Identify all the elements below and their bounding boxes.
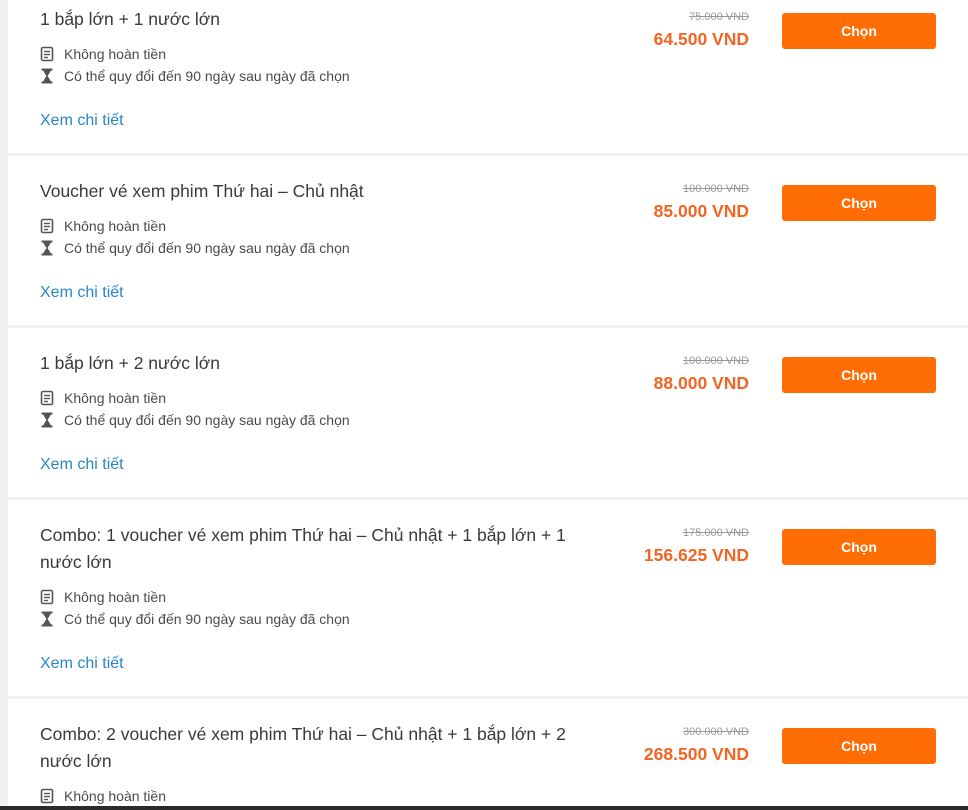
receipt-icon <box>40 46 54 62</box>
refund-policy: Không hoàn tiền <box>40 389 166 407</box>
refund-text: Không hoàn tiền <box>64 589 166 605</box>
validity-info: Có thể quy đổi đến 90 ngày sau ngày đã c… <box>40 610 350 628</box>
view-details-link[interactable]: Xem chi tiết <box>40 456 124 474</box>
receipt-icon <box>40 589 54 605</box>
voucher-card: 1 bắp lớn + 1 nước lớn Không hoàn tiền C… <box>8 0 968 153</box>
receipt-icon <box>40 218 54 234</box>
original-price: 75.000 VND <box>689 11 749 23</box>
refund-text: Không hoàn tiền <box>64 390 166 406</box>
hourglass-icon <box>41 611 53 627</box>
voucher-card: Combo: 2 voucher vé xem phim Thứ hai – C… <box>8 699 968 810</box>
view-details-link[interactable]: Xem chi tiết <box>40 284 124 302</box>
validity-info: Có thể quy đổi đến 90 ngày sau ngày đã c… <box>40 411 350 429</box>
validity-text: Có thể quy đổi đến 90 ngày sau ngày đã c… <box>64 240 350 256</box>
voucher-title: Voucher vé xem phim Thứ hai – Chủ nhật <box>40 181 364 201</box>
select-button[interactable]: Chọn <box>782 13 936 49</box>
original-price: 100.000 VND <box>682 183 749 195</box>
voucher-card: Combo: 1 voucher vé xem phim Thứ hai – C… <box>8 500 968 696</box>
refund-text: Không hoàn tiền <box>64 46 166 62</box>
validity-text: Có thể quy đổi đến 90 ngày sau ngày đã c… <box>64 68 350 84</box>
discounted-price: 268.500 VND <box>643 744 749 764</box>
select-button[interactable]: Chọn <box>782 185 936 221</box>
validity-info: Có thể quy đổi đến 90 ngày sau ngày đã c… <box>40 67 350 85</box>
refund-policy: Không hoàn tiền <box>40 787 166 805</box>
select-button[interactable]: Chọn <box>782 357 936 393</box>
refund-text: Không hoàn tiền <box>64 788 166 804</box>
voucher-card: Voucher vé xem phim Thứ hai – Chủ nhật K… <box>8 156 968 325</box>
discounted-price: 64.500 VND <box>653 29 749 49</box>
view-details-link[interactable]: Xem chi tiết <box>40 112 124 130</box>
original-price: 300.000 VND <box>682 726 749 738</box>
discounted-price: 88.000 VND <box>653 373 749 393</box>
validity-text: Có thể quy đổi đến 90 ngày sau ngày đã c… <box>64 412 350 428</box>
select-button[interactable]: Chọn <box>782 728 936 764</box>
hourglass-icon <box>41 412 53 428</box>
validity-text: Có thể quy đổi đến 90 ngày sau ngày đã c… <box>64 611 350 627</box>
view-details-link[interactable]: Xem chi tiết <box>40 655 124 673</box>
discounted-price: 156.625 VND <box>643 545 749 565</box>
refund-policy: Không hoàn tiền <box>40 45 166 63</box>
voucher-card: 1 bắp lớn + 2 nước lớn Không hoàn tiền C… <box>8 328 968 497</box>
hourglass-icon <box>41 68 53 84</box>
refund-text: Không hoàn tiền <box>64 218 166 234</box>
receipt-icon <box>40 788 54 804</box>
voucher-title: 1 bắp lớn + 1 nước lớn <box>40 9 220 29</box>
voucher-list: 1 bắp lớn + 1 nước lớn Không hoàn tiền C… <box>0 0 968 810</box>
receipt-icon <box>40 390 54 406</box>
refund-policy: Không hoàn tiền <box>40 588 166 606</box>
voucher-title: Combo: 2 voucher vé xem phim Thứ hai – C… <box>40 724 566 771</box>
validity-info: Có thể quy đổi đến 90 ngày sau ngày đã c… <box>40 239 350 257</box>
refund-policy: Không hoàn tiền <box>40 217 166 235</box>
original-price: 175.000 VND <box>682 527 749 539</box>
voucher-title: Combo: 1 voucher vé xem phim Thứ hai – C… <box>40 525 566 572</box>
horizontal-scrollbar[interactable] <box>0 806 968 810</box>
voucher-title: 1 bắp lớn + 2 nước lớn <box>40 353 220 373</box>
discounted-price: 85.000 VND <box>653 201 749 221</box>
original-price: 100.000 VND <box>682 355 749 367</box>
hourglass-icon <box>41 240 53 256</box>
select-button[interactable]: Chọn <box>782 529 936 565</box>
